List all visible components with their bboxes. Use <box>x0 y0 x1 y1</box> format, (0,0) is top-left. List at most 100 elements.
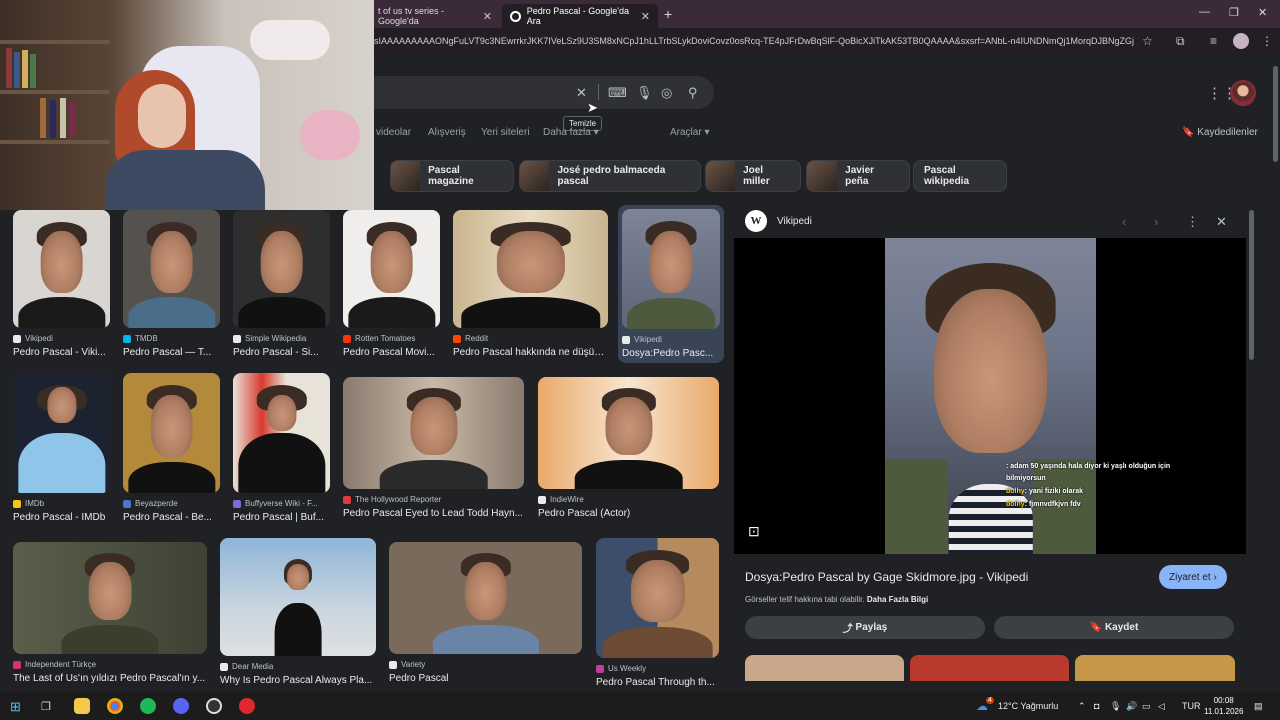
tab-pedro-pascal[interactable]: Pedro Pascal - Google'da Ara ✕ <box>502 4 658 28</box>
opera-icon[interactable] <box>239 698 255 714</box>
result-title[interactable]: Pedro Pascal - Si... <box>233 347 330 358</box>
panel-scrollbar-thumb[interactable] <box>1249 210 1254 360</box>
result-image[interactable] <box>123 210 220 328</box>
bookmark-star-icon[interactable]: ☆ <box>1142 34 1153 48</box>
reading-list-icon[interactable]: ≡ <box>1210 34 1217 48</box>
save-button[interactable]: 🔖 Kaydet <box>994 616 1234 639</box>
result-title[interactable]: Pedro Pascal hakkında ne düşün... <box>453 347 608 358</box>
result-card[interactable]: Reddit Pedro Pascal hakkında ne düşün... <box>453 210 608 358</box>
result-title[interactable]: Pedro Pascal — T... <box>123 347 220 358</box>
result-card[interactable]: IMDb Pedro Pascal - IMDb <box>13 373 110 523</box>
result-title[interactable]: Pedro Pascal <box>389 673 582 684</box>
result-image[interactable] <box>13 542 207 654</box>
result-image[interactable] <box>233 210 330 328</box>
result-card[interactable]: Simple Wikipedia Pedro Pascal - Si... <box>233 210 330 358</box>
profile-avatar[interactable] <box>1233 33 1249 49</box>
result-image[interactable] <box>596 538 719 658</box>
result-title[interactable]: Pedro Pascal - IMDb <box>13 512 110 523</box>
chip-jose-pedro[interactable]: José pedro balmaceda pascal <box>519 160 701 192</box>
task-view-icon[interactable]: ❐ <box>41 700 51 713</box>
result-image[interactable] <box>622 209 720 329</box>
language-indicator[interactable]: TUR <box>1182 701 1201 711</box>
result-card[interactable]: Vikipedi Pedro Pascal - Viki... <box>13 210 110 358</box>
result-image[interactable] <box>123 373 220 493</box>
result-image[interactable] <box>343 377 524 489</box>
microphone-icon[interactable]: 🎙 <box>1110 701 1121 712</box>
chip-pascal-wikipedia[interactable]: Pascal wikipedia <box>913 160 1007 192</box>
tray-app-icon[interactable]: ◘ <box>1094 701 1099 711</box>
lens-search-icon[interactable]: ⊡ <box>748 523 760 540</box>
file-explorer-icon[interactable] <box>74 698 90 714</box>
result-card[interactable]: Buffyverse Wiki - F... Pedro Pascal | Bu… <box>233 373 330 523</box>
volume-icon[interactable]: ◁ <box>1158 701 1165 712</box>
visit-button[interactable]: Ziyaret et › <box>1159 565 1227 589</box>
saved-link[interactable]: 🔖 Kaydedilenler <box>1182 127 1258 138</box>
result-image[interactable] <box>13 210 110 328</box>
close-icon[interactable]: ✕ <box>641 10 650 23</box>
new-tab-icon[interactable]: + <box>664 6 672 22</box>
result-image[interactable] <box>389 542 582 654</box>
tab-last-of-us[interactable]: t of us tv series - Google'da ✕ <box>370 4 500 28</box>
result-title[interactable]: Pedro Pascal Movi... <box>343 347 440 358</box>
result-title[interactable]: Pedro Pascal (Actor) <box>538 508 719 519</box>
network-icon[interactable]: ▭ <box>1142 701 1151 712</box>
result-title[interactable]: Pedro Pascal Through th... <box>596 677 719 688</box>
result-image[interactable] <box>220 538 376 656</box>
nav-tools[interactable]: Araçlar ▾ <box>670 127 710 138</box>
extensions-icon[interactable]: ⧉ <box>1176 34 1185 49</box>
result-title[interactable]: Dosya:Pedro Pasc... <box>622 348 720 359</box>
result-card[interactable]: Dear Media Why Is Pedro Pascal Always Pl… <box>220 538 376 686</box>
obs-icon[interactable] <box>206 698 222 714</box>
account-avatar[interactable] <box>1230 80 1256 106</box>
result-title[interactable]: The Last of Us'ın yıldızı Pedro Pascal'ı… <box>13 673 207 684</box>
next-icon[interactable]: › <box>1154 214 1158 229</box>
chip-javier-pena[interactable]: Javier peña <box>806 160 910 192</box>
window-close-icon[interactable]: ✕ <box>1258 6 1267 19</box>
nav-sites[interactable]: Yeri siteleri <box>481 127 530 138</box>
result-title[interactable]: Why Is Pedro Pascal Always Pla... <box>220 675 376 686</box>
more-options-icon[interactable]: ⋮ <box>1186 214 1199 230</box>
restore-icon[interactable]: ❐ <box>1229 6 1239 19</box>
close-panel-icon[interactable]: ✕ <box>1216 214 1227 230</box>
result-image[interactable] <box>13 373 110 493</box>
result-card[interactable]: Beyazperde Pedro Pascal - Be... <box>123 373 220 523</box>
search-icon[interactable]: ⚲ <box>688 85 698 101</box>
result-card[interactable]: The Hollywood Reporter Pedro Pascal Eyed… <box>343 377 524 519</box>
result-image[interactable] <box>453 210 608 328</box>
learn-more-link[interactable]: Daha Fazla Bilgi <box>867 595 928 604</box>
microphone-icon[interactable]: 🎙 <box>636 85 653 101</box>
notifications-icon[interactable]: ▤ <box>1254 701 1263 712</box>
url-field[interactable]: sIAAAAAAAAAONgFuLVT9c3NEwrrkrJKK7IVeLSz9… <box>374 36 1134 46</box>
chevron-up-icon[interactable]: ⌃ <box>1078 701 1086 712</box>
result-card[interactable]: Us Weekly Pedro Pascal Through th... <box>596 538 719 688</box>
scrollbar-thumb[interactable] <box>1273 66 1278 162</box>
share-button[interactable]: ⤴ Paylaş <box>745 616 985 639</box>
menu-icon[interactable]: ⋮ <box>1261 34 1273 48</box>
result-image[interactable] <box>233 373 330 493</box>
result-card[interactable]: IndieWire Pedro Pascal (Actor) <box>538 377 719 519</box>
camera-lens-icon[interactable]: ◎ <box>661 85 672 101</box>
result-title[interactable]: Pedro Pascal Eyed to Lead Todd Hayn... <box>343 508 524 519</box>
clock[interactable]: 00:08 11.01.2026 <box>1204 695 1243 717</box>
result-card[interactable]: Variety Pedro Pascal <box>389 542 582 684</box>
related-image[interactable] <box>745 655 904 681</box>
chip-pascal-magazine[interactable]: Pascal magazine <box>390 160 514 192</box>
previous-icon[interactable]: ‹ <box>1122 214 1126 229</box>
nav-videos[interactable]: videolar <box>376 127 411 138</box>
discord-icon[interactable] <box>173 698 189 714</box>
result-card[interactable]: TMDB Pedro Pascal — T... <box>123 210 220 358</box>
keyboard-icon[interactable]: ⌨ <box>608 85 627 101</box>
panel-source[interactable]: W Vikipedi <box>745 210 812 232</box>
result-card-selected[interactable]: Vikipedi Dosya:Pedro Pasc... <box>618 205 724 363</box>
speaker-icon[interactable]: 🔊 <box>1126 701 1137 712</box>
spotify-icon[interactable] <box>140 698 156 714</box>
chip-joel-miller[interactable]: Joel miller <box>705 160 801 192</box>
clear-icon[interactable]: ✕ <box>576 85 587 101</box>
chrome-icon[interactable] <box>107 698 123 714</box>
related-image[interactable] <box>1075 655 1235 681</box>
result-card[interactable]: Rotten Tomatoes Pedro Pascal Movi... <box>343 210 440 358</box>
panel-title[interactable]: Dosya:Pedro Pascal by Gage Skidmore.jpg … <box>745 570 1028 584</box>
windows-start-icon[interactable]: ⊞ <box>10 699 21 715</box>
weather-text[interactable]: 12°C Yağmurlu <box>998 701 1058 711</box>
nav-shopping[interactable]: Alışveriş <box>428 127 466 138</box>
